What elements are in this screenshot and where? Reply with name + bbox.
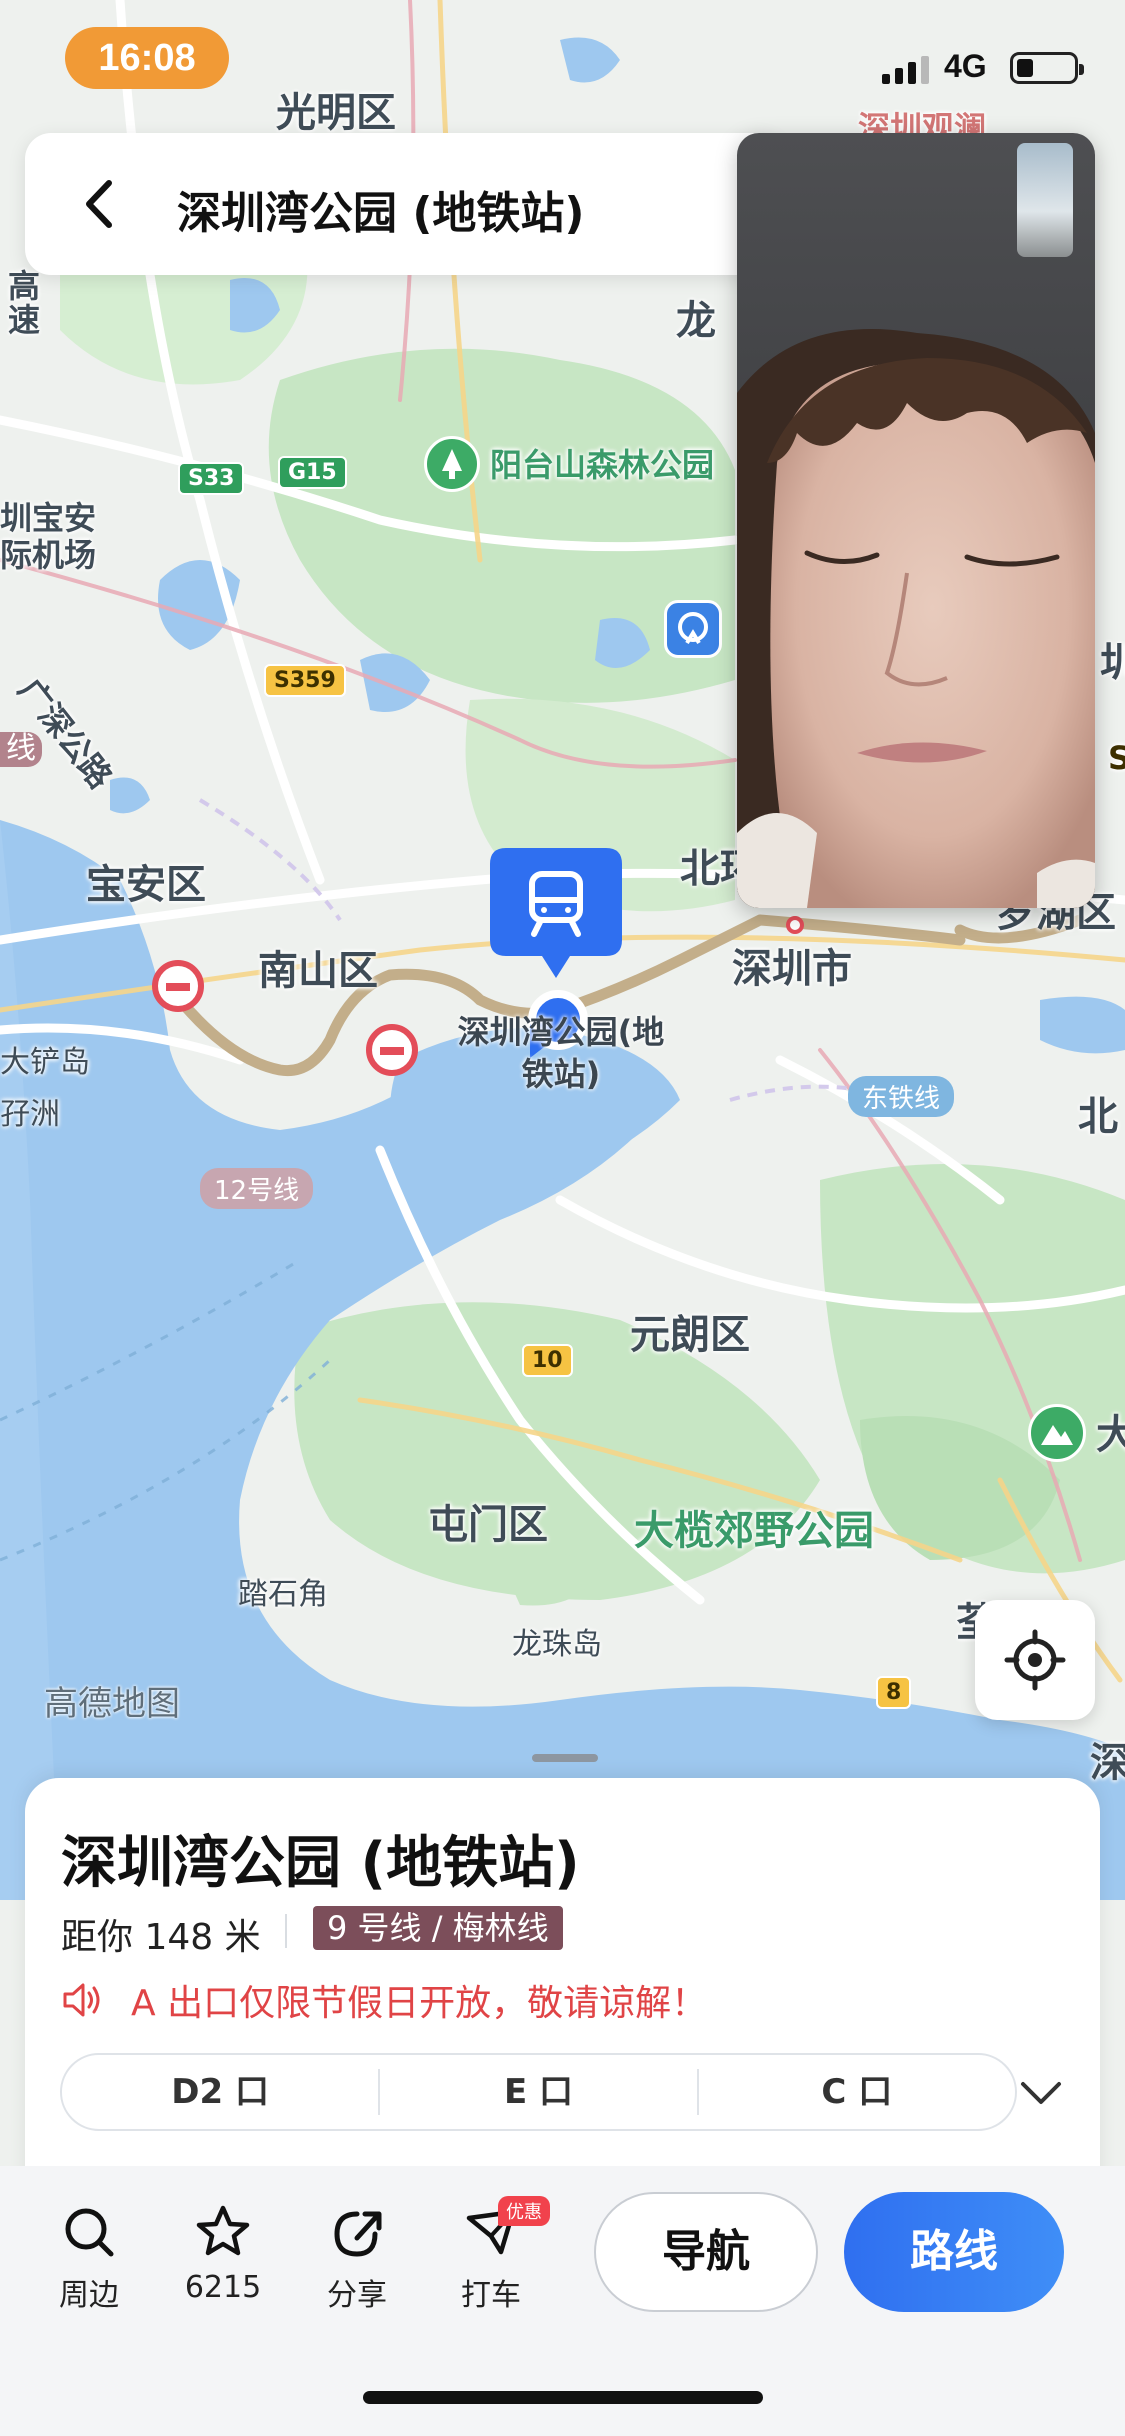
shield-route-8: 8 <box>876 1676 912 1709</box>
taxi-label: 打车 <box>461 2278 521 2313</box>
exit-tab-d2[interactable]: D2 口 <box>62 2069 378 2115</box>
shield-route-10: 10 <box>522 1344 573 1377</box>
map-label-baoan: 宝安区 <box>86 862 206 908</box>
station-label: 深圳湾公园(地 铁站) <box>457 1013 665 1093</box>
taxi-promo-badge: 优惠 <box>498 2196 550 2226</box>
map-label-da: 大 <box>1096 1412 1125 1458</box>
map-label-shen: 深 <box>1090 1740 1125 1786</box>
share-label: 分享 <box>327 2278 387 2313</box>
notice-text: A 出口仅限节假日开放，敬请谅解！ <box>131 1983 708 2024</box>
exit-tabs: D2 口 E 口 C 口 <box>60 2053 1017 2131</box>
map-label-shenzhen: 深圳市 <box>732 946 852 992</box>
video-call-window[interactable] <box>737 133 1095 908</box>
shield-s359: S359 <box>264 664 346 697</box>
favorite-count: 6215 <box>184 2270 262 2305</box>
exit-tab-c[interactable]: C 口 <box>696 2069 1015 2115</box>
favorite-button[interactable]: 6215 <box>168 2202 278 2305</box>
home-indicator[interactable] <box>363 2391 763 2404</box>
poi-distance: 距你 148 米 <box>61 1917 261 1958</box>
chevron-left-icon <box>86 180 112 228</box>
notice-row: A 出口仅限节假日开放，敬请谅解！ <box>61 1970 707 2030</box>
cellular-signal-icon <box>882 56 929 84</box>
title-bar: 深圳湾公园 (地铁站) <box>25 133 785 275</box>
route-button[interactable]: 路线 <box>844 2192 1064 2312</box>
map-label-zhen: 圳 <box>1100 640 1125 686</box>
exit-tab-e[interactable]: E 口 <box>378 2069 696 2115</box>
share-button[interactable]: 分享 <box>302 2202 412 2314</box>
network-type: 4G <box>944 48 987 84</box>
line-tag-dongtie: 东铁线 <box>848 1076 955 1117</box>
status-time: 16:08 <box>65 27 229 89</box>
locate-me-button[interactable] <box>975 1600 1095 1720</box>
location-target-icon <box>1004 1629 1066 1691</box>
map-watermark: 高德地图 <box>44 1684 180 1724</box>
map-label-long: 龙 <box>676 298 716 344</box>
line-tag-12: 12号线 <box>200 1168 314 1209</box>
search-icon <box>65 2208 114 2257</box>
map-label-airport: 圳宝安 际机场 <box>0 499 97 574</box>
metro-line-badge[interactable]: 9 号线 / 梅林线 <box>313 1906 563 1950</box>
nearby-label: 周边 <box>59 2278 119 2313</box>
map-label-longzhu: 龙珠岛 <box>512 1627 602 1662</box>
map-label-xian: 线 <box>0 731 42 767</box>
navigate-button[interactable]: 导航 <box>594 2192 818 2312</box>
speaker-icon <box>63 1983 100 2017</box>
chevron-down-icon <box>1021 2082 1061 2104</box>
no-entry-icon[interactable] <box>152 960 204 1012</box>
map-label-yuanlang: 元朗区 <box>630 1312 750 1358</box>
metro-station-icon[interactable] <box>664 600 722 658</box>
video-self-preview[interactable] <box>1017 143 1073 257</box>
map-label-dachan: 大铲岛 <box>0 1045 90 1080</box>
divider <box>285 1914 287 1948</box>
park-icon[interactable] <box>424 436 480 492</box>
no-entry-icon[interactable] <box>366 1024 418 1076</box>
map-label-tashijiao: 踏石角 <box>238 1577 328 1612</box>
map-label-tunmen: 屯门区 <box>428 1502 548 1548</box>
status-bar: 16:08 4G <box>0 0 1125 120</box>
shield-s33: S33 <box>178 462 245 495</box>
map-label-haozhou: 孖洲 <box>0 1097 60 1132</box>
back-button[interactable] <box>65 169 135 239</box>
battery-icon <box>1010 52 1084 84</box>
star-icon <box>196 2205 250 2256</box>
map-label-nanshan: 南山区 <box>258 948 378 994</box>
share-icon <box>334 2211 382 2257</box>
map-label-yangtai: 阳台山森林公园 <box>490 446 715 484</box>
poi-name: 深圳湾公园 (地铁站) <box>61 1831 580 1896</box>
sheet-drag-handle[interactable] <box>532 1754 598 1762</box>
map-label-dalan: 大榄郊野公园 <box>634 1508 874 1554</box>
map-label-gaosu: 高速 <box>8 267 41 339</box>
map-label-s: S <box>1108 739 1125 777</box>
nearby-button[interactable]: 周边 <box>34 2202 144 2314</box>
mountain-icon[interactable] <box>1028 1404 1086 1462</box>
expand-exits-button[interactable] <box>1013 2064 1069 2120</box>
city-dot-icon <box>786 916 804 934</box>
shield-g15: G15 <box>278 456 347 489</box>
page-title: 深圳湾公园 (地铁站) <box>177 188 585 239</box>
map-label-bei: 北 <box>1078 1094 1118 1140</box>
